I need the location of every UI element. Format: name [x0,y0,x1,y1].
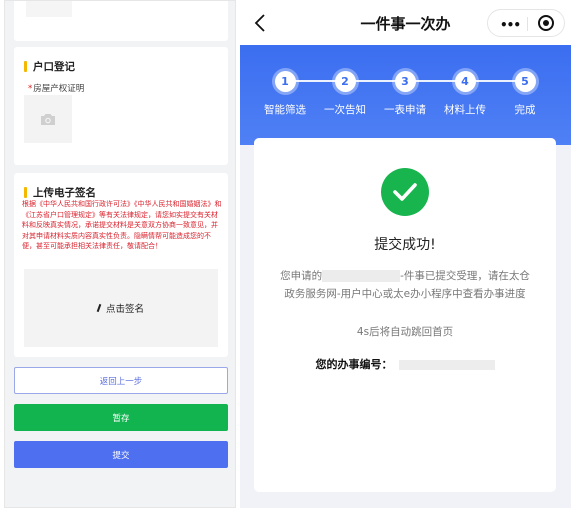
step-label: 一表申请 [384,104,426,116]
redirect-countdown: 4s后将自动跳回首页 [356,326,454,338]
signature-title-text: 上传电子签名 [33,187,96,199]
application-form-panel: 户口登记 *房屋产权证明 上传电子签名 根据《中华人民共和国行政许可法》《中华人… [4,0,236,508]
step-5: 5 完成 [495,71,555,117]
submit-button[interactable]: 提交 [14,441,228,468]
property-cert-label: *房屋产权证明 [28,82,84,94]
screenshot-root: 户口登记 *房屋产权证明 上传电子签名 根据《中华人民共和国行政许可法》《中华人… [0,0,571,510]
step-number: 5 [514,71,536,92]
mini-program-nav-bar: 一件事一次办 ••• [240,0,571,45]
more-dots-icon[interactable]: ••• [500,18,521,32]
camera-icon [41,113,55,125]
step-number: 2 [334,71,356,92]
save-draft-button[interactable]: 暂存 [14,404,228,431]
step-number: 4 [454,71,476,92]
mini-program-capsule: ••• [487,9,565,37]
capsule-divider [527,17,528,31]
property-cert-upload[interactable] [24,95,72,143]
case-number-label: 您的办事编号： [315,358,393,371]
step-number: 1 [274,71,296,92]
signature-pad[interactable]: 点击签名 [24,269,218,347]
step-number: 3 [394,71,416,92]
progress-banner: 1 智能筛选 2 一次告知 3 一表申请 4 材料上传 5 完成 [240,45,571,145]
step-label: 材料上传 [444,104,486,116]
redacted-service-name [322,270,401,282]
section-accent-bar [24,61,27,72]
step-1: 1 智能筛选 [255,71,315,117]
signature-section-title: 上传电子签名 [24,185,96,200]
success-message: 您申请的 -件事已提交受理，请在太仓政务服务网-用户中心或太e办小程序中查看办事进… [276,268,534,303]
success-title: 提交成功! [374,237,436,253]
previous-section-card [14,1,228,41]
step-2: 2 一次告知 [315,71,375,117]
success-card: 提交成功! 您申请的 -件事已提交受理，请在太仓政务服务网-用户中心或太e办小程序… [254,138,556,492]
previous-upload-thumbnail[interactable] [26,1,72,17]
signature-pad-label: 点击签名 [105,304,144,315]
pen-icon [96,303,102,313]
hukou-section-title: 户口登记 [24,59,75,74]
required-star: * [28,84,33,94]
target-icon[interactable] [538,15,554,31]
hukou-registration-card: 户口登记 *房屋产权证明 [14,47,228,165]
section-accent-bar [24,187,27,198]
check-circle-icon [381,168,429,216]
back-step-button[interactable]: 返回上一步 [14,367,228,394]
message-prefix: 您申请的 [280,270,323,282]
step-label: 完成 [514,104,536,116]
submission-result-panel: 一件事一次办 ••• 1 智能筛选 2 一次告知 3 一表申请 4 材料上传 5… [240,0,571,508]
redacted-case-number [398,360,495,370]
hukou-title-text: 户口登记 [33,61,75,73]
step-label: 智能筛选 [264,104,306,116]
property-cert-text: 房屋产权证明 [33,84,85,94]
step-4: 4 材料上传 [435,71,495,117]
legal-notice-text: 根据《中华人民共和国行政许可法》《中华人民共和国婚姻法》和《江苏省户口管理规定》… [22,200,222,250]
step-3: 3 一表申请 [375,71,435,117]
step-label: 一次告知 [324,104,366,116]
e-signature-card: 上传电子签名 根据《中华人民共和国行政许可法》《中华人民共和国婚姻法》和《江苏省… [14,173,228,357]
case-number-row: 您的办事编号： [254,356,556,372]
